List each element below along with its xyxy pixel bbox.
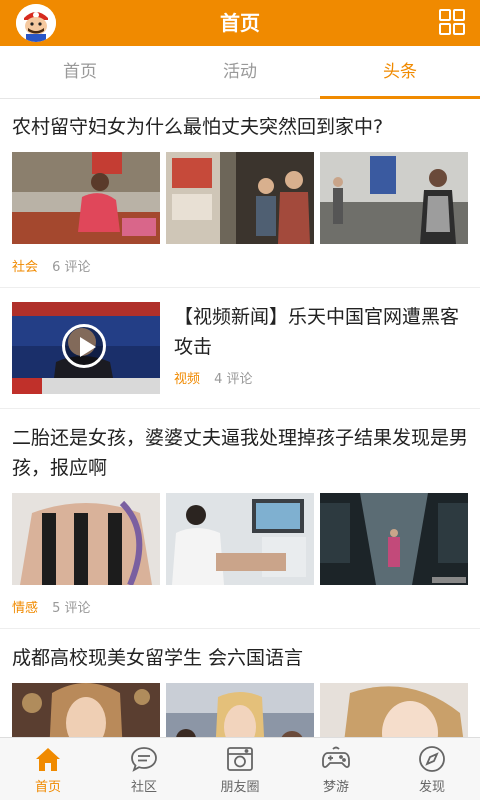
video-thumbnail[interactable] [12,302,160,394]
article-thumbnail[interactable] [12,683,160,738]
nav-label: 首页 [34,780,61,795]
grid-icon[interactable] [438,8,466,36]
article-title[interactable]: 农村留守妇女为什么最怕丈夫突然回到家中? [0,98,480,142]
comment-count: 6 评论 [52,260,91,275]
nav-label: 朋友圈 [220,780,260,795]
article-thumbnail[interactable] [320,683,468,738]
article-meta: 社会 6 评论 [0,244,480,287]
gamepad-icon [288,744,384,774]
category-tag[interactable]: 视频 [174,372,200,387]
category-tag[interactable]: 社会 [12,260,38,275]
home-icon [0,744,96,774]
article-thumbnail[interactable] [12,493,160,585]
play-icon[interactable] [62,324,106,368]
nav-item-moments[interactable]: 朋友圈 [192,738,288,800]
article-title[interactable]: 二胎还是女孩，婆婆丈夫逼我处理掉孩子结果发现是男孩，报应啊 [0,409,480,483]
category-tag[interactable]: 情感 [12,601,38,616]
article-card[interactable]: 【视频新闻】乐天中国官网遭黑客攻击 视频 4 评论 [0,288,480,409]
news-feed[interactable]: 农村留守妇女为什么最怕丈夫突然回到家中? 社会 6 评论 【视频新闻】乐天中国官… [0,98,480,738]
article-thumbnail[interactable] [166,152,314,244]
top-bar: 首页 [0,0,480,46]
tab-headlines[interactable]: 头条 [320,46,480,98]
article-meta: 情感 5 评论 [0,585,480,628]
article-thumbnail[interactable] [320,493,468,585]
bottom-nav: 首页 社区 朋友圈 梦游 发现 [0,737,480,800]
comment-count: 4 评论 [214,372,253,387]
tab-activities[interactable]: 活动 [160,46,320,98]
article-meta: 视频 4 评论 [174,362,468,387]
chat-bubble-icon [96,744,192,774]
article-thumbnail[interactable] [12,152,160,244]
article-thumbnail[interactable] [166,683,314,738]
tab-bar: 首页 活动 头条 [0,46,480,99]
nav-label: 梦游 [322,780,349,795]
thumbnail-row [0,142,480,244]
nav-label: 发现 [418,780,445,795]
article-card[interactable]: 二胎还是女孩，婆婆丈夫逼我处理掉孩子结果发现是男孩，报应啊 情感 5 评论 [0,409,480,629]
nav-label: 社区 [130,780,157,795]
nav-item-home[interactable]: 首页 [0,738,96,800]
article-card[interactable]: 成都高校现美女留学生 会六国语言 [0,629,480,738]
nav-item-games[interactable]: 梦游 [288,738,384,800]
camera-frame-icon [192,744,288,774]
nav-item-discover[interactable]: 发现 [384,738,480,800]
nav-item-community[interactable]: 社区 [96,738,192,800]
comment-count: 5 评论 [52,601,91,616]
article-title[interactable]: 成都高校现美女留学生 会六国语言 [0,629,480,673]
compass-icon [384,744,480,774]
article-thumbnail[interactable] [320,152,468,244]
thumbnail-row [0,673,480,738]
thumbnail-row [0,483,480,585]
article-card[interactable]: 农村留守妇女为什么最怕丈夫突然回到家中? 社会 6 评论 [0,98,480,288]
article-title[interactable]: 【视频新闻】乐天中国官网遭黑客攻击 [174,302,468,362]
page-title: 首页 [220,11,260,35]
article-thumbnail[interactable] [166,493,314,585]
tab-home[interactable]: 首页 [0,46,160,98]
